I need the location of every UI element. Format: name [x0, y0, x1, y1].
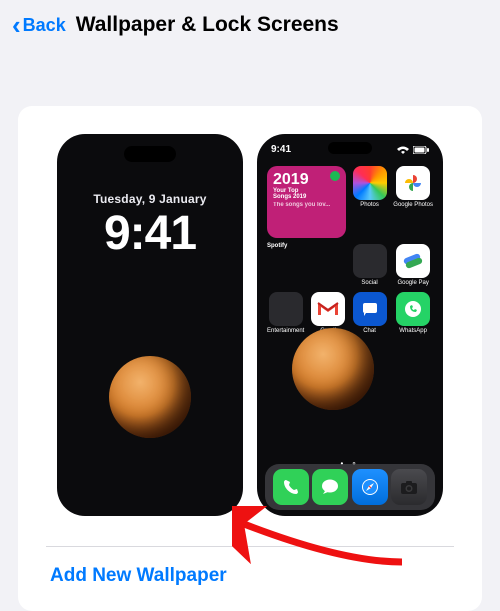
phone-icon [273, 469, 309, 505]
lock-screen-preview[interactable]: Tuesday, 9 January 9:41 [57, 134, 243, 516]
folder-icon [353, 244, 387, 278]
status-icons [397, 146, 429, 154]
wallpaper-card: Tuesday, 9 January 9:41 9:41 2019 Your T… [18, 106, 482, 611]
widget-line2: Songs 2019 [273, 194, 340, 200]
google-photos-icon [396, 166, 430, 200]
add-new-wallpaper-link[interactable]: Add New Wallpaper [50, 565, 227, 586]
chat-icon [353, 292, 387, 326]
moon-wallpaper-icon [109, 356, 191, 438]
widget-sub: The songs you lov... [273, 202, 340, 208]
back-button[interactable]: ‹ Back [12, 12, 66, 38]
gmail-icon [311, 292, 345, 326]
dock [265, 464, 435, 510]
whatsapp-icon [396, 292, 430, 326]
home-screen-preview[interactable]: 9:41 2019 Your Top Songs 2019 The songs … [257, 134, 443, 516]
add-wallpaper-row[interactable]: Add New Wallpaper [46, 547, 454, 591]
moon-wallpaper-icon [292, 328, 374, 410]
app-chat: Chat [352, 292, 387, 334]
app-google-pay: Google Pay [393, 244, 433, 286]
app-whatsapp: WhatsApp [393, 292, 433, 334]
battery-icon [413, 146, 429, 154]
lock-screen-time: 9:41 [57, 206, 243, 261]
app-photos: Photos [352, 166, 387, 238]
app-social: Social [352, 244, 387, 286]
safari-icon [352, 469, 388, 505]
photos-icon [353, 166, 387, 200]
app-entertainment: Entertainment [267, 292, 304, 334]
camera-icon [391, 469, 427, 505]
wifi-icon [397, 146, 409, 154]
google-pay-icon [396, 244, 430, 278]
header-bar: ‹ Back Wallpaper & Lock Screens [0, 0, 500, 50]
status-time: 9:41 [271, 144, 291, 155]
dynamic-island-icon [124, 146, 176, 162]
wallpaper-previews: Tuesday, 9 January 9:41 9:41 2019 Your T… [46, 134, 454, 516]
spotify-widget: 2019 Your Top Songs 2019 The songs you l… [267, 166, 346, 238]
chevron-left-icon: ‹ [12, 12, 21, 38]
folder-icon [269, 292, 303, 326]
widget-app-label: Spotify [267, 243, 346, 249]
spotify-icon [330, 171, 340, 181]
page-title: Wallpaper & Lock Screens [76, 13, 339, 37]
app-google-photos: Google Photos [393, 166, 433, 238]
app-grid: 2019 Your Top Songs 2019 The songs you l… [267, 166, 433, 334]
back-label: Back [23, 15, 66, 36]
messages-icon [312, 469, 348, 505]
dynamic-island-icon [328, 142, 372, 154]
lock-screen-date: Tuesday, 9 January [57, 192, 243, 206]
